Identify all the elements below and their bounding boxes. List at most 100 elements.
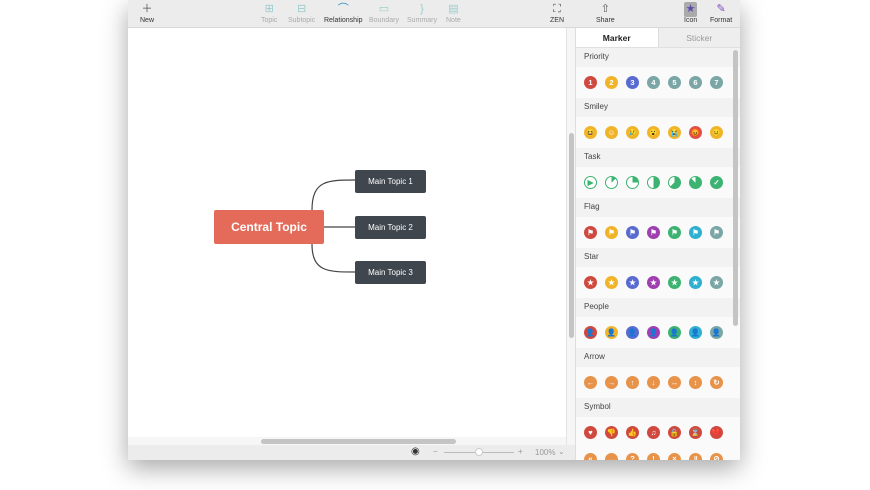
symbol-marker-icon[interactable]: 💔 (710, 426, 723, 439)
symbol-marker-icon[interactable]: ! (647, 452, 660, 460)
chevron-down-icon[interactable]: ⌄ (558, 447, 565, 456)
priority-marker-icon[interactable]: 4 (647, 76, 660, 89)
arrow-marker-icon[interactable]: ← (584, 376, 597, 389)
vertical-scrollbar[interactable] (566, 28, 575, 445)
symbol-marker-icon[interactable]: ♫ (647, 426, 660, 439)
zoom-level[interactable]: 100% (535, 448, 555, 457)
priority-marker-icon[interactable]: 7 (710, 76, 723, 89)
people-marker-icon[interactable]: 👤 (626, 326, 639, 339)
new-button[interactable]: ＋ New (140, 2, 154, 24)
arrow-marker-icon[interactable]: ↻ (710, 376, 723, 389)
smiley-marker-icon[interactable]: 😭 (668, 126, 681, 139)
people-marker-icon[interactable]: 👤 (668, 326, 681, 339)
symbol-marker-icon[interactable]: 👍 (626, 426, 639, 439)
topic-button[interactable]: ⊞ Topic (261, 2, 277, 24)
symbol-marker-icon[interactable]: ⊘ (710, 452, 723, 460)
symbol-marker-icon[interactable]: ? (626, 452, 639, 460)
flag-marker-icon[interactable]: ⚑ (584, 226, 597, 239)
priority-marker-icon[interactable]: 6 (689, 76, 702, 89)
priority-marker-icon[interactable]: 2 (605, 76, 618, 89)
people-marker-icon[interactable]: 👤 (605, 326, 618, 339)
arrow-marker-icon[interactable]: ↔ (668, 376, 681, 389)
format-button[interactable]: ✎ Format (710, 2, 732, 24)
zoom-slider-handle[interactable] (475, 448, 483, 456)
summary-button[interactable]: } Summary (407, 2, 437, 24)
symbol-marker-icon[interactable]: 🔒 (668, 426, 681, 439)
scroll-thumb[interactable] (569, 133, 574, 338)
tab-marker[interactable]: Marker (576, 28, 658, 47)
symbol-marker-icon[interactable]: × (668, 452, 681, 460)
star-marker-icon[interactable]: ★ (647, 276, 660, 289)
symbol-marker-icon[interactable]: ♥ (584, 426, 597, 439)
share-icon: ⇧ (600, 3, 610, 15)
arrow-marker-icon[interactable]: ↕ (689, 376, 702, 389)
priority-marker-icon[interactable]: 1 (584, 76, 597, 89)
task-marker-icon[interactable] (626, 176, 639, 189)
tab-sticker[interactable]: Sticker (657, 28, 740, 47)
task-marker-icon[interactable] (647, 176, 660, 189)
star-marker-icon[interactable]: ★ (605, 276, 618, 289)
priority-marker-icon[interactable]: 3 (626, 76, 639, 89)
icon-button[interactable]: ★ Icon (684, 2, 697, 24)
note-button[interactable]: ▤ Note (446, 2, 461, 24)
task-marker-icon[interactable] (605, 176, 618, 189)
boundary-button[interactable]: ▭ Boundary (369, 2, 399, 24)
eye-icon[interactable]: ◉ (411, 447, 420, 457)
symbol-marker-icon[interactable]: 👎 (605, 426, 618, 439)
star-marker-icon[interactable]: ★ (584, 276, 597, 289)
main-topic-2[interactable]: Main Topic 2 (355, 216, 426, 239)
main-topic-1[interactable]: Main Topic 1 (355, 170, 426, 193)
task-marker-icon[interactable] (689, 176, 702, 189)
star-marker-icon[interactable]: ★ (710, 276, 723, 289)
smiley-marker-icon[interactable]: 😐 (710, 126, 723, 139)
star-marker-icon[interactable]: ★ (689, 276, 702, 289)
app-window: ＋ New ⊞ Topic ⊟ Subtopic ⌒ Relationship ▭ Bou… (128, 0, 740, 460)
flag-marker-icon[interactable]: ⚑ (605, 226, 618, 239)
people-marker-icon[interactable]: 👤 (647, 326, 660, 339)
horizontal-scrollbar[interactable] (128, 437, 566, 445)
zoom-in-button[interactable]: + (518, 447, 523, 456)
boundary-label: Boundary (369, 17, 399, 24)
topic-label: Topic (261, 17, 278, 24)
task-marker-icon[interactable]: ✓ (710, 176, 723, 189)
smiley-marker-icon[interactable]: 😡 (689, 126, 702, 139)
arrow-marker-icon[interactable]: ↓ (647, 376, 660, 389)
people-marker-icon[interactable]: 👤 (710, 326, 723, 339)
scroll-thumb[interactable] (261, 439, 456, 444)
main-topic-3[interactable]: Main Topic 3 (355, 261, 426, 284)
relationship-button[interactable]: ⌒ Relationship (324, 2, 363, 24)
flag-marker-icon[interactable]: ⚑ (668, 226, 681, 239)
share-button[interactable]: ⇧ Share (596, 2, 615, 24)
symbol-marker-icon[interactable]: ॥ (689, 452, 702, 460)
mindmap-canvas[interactable]: Central Topic Main Topic 1 Main Topic 2 … (128, 28, 566, 437)
smiley-marker-icon[interactable]: 😆 (584, 126, 597, 139)
zen-button[interactable]: ⛶ ZEN (550, 2, 564, 24)
symbol-marker-icon[interactable]: … (605, 452, 618, 460)
task-marker-icon[interactable] (668, 176, 681, 189)
marker-row: ▶ ✓ (576, 167, 740, 198)
star-marker-icon[interactable]: ★ (626, 276, 639, 289)
star-marker-icon[interactable]: ★ (668, 276, 681, 289)
fullscreen-icon: ⛶ (553, 3, 561, 15)
arrow-marker-icon[interactable]: ↑ (626, 376, 639, 389)
flag-marker-icon[interactable]: ⚑ (647, 226, 660, 239)
note-label: Note (446, 17, 461, 24)
priority-marker-icon[interactable]: 5 (668, 76, 681, 89)
symbol-marker-icon[interactable]: ⌛ (689, 426, 702, 439)
zoom-out-button[interactable]: − (433, 447, 438, 456)
subtopic-button[interactable]: ⊟ Subtopic (288, 2, 315, 24)
task-marker-icon[interactable]: ▶ (584, 176, 597, 189)
panel-scrollbar[interactable] (733, 50, 738, 326)
arrow-marker-icon[interactable]: → (605, 376, 618, 389)
symbol-marker-icon[interactable]: « (584, 452, 597, 460)
smiley-marker-icon[interactable]: 😮 (647, 126, 660, 139)
plus-icon: ＋ (141, 3, 153, 15)
people-marker-icon[interactable]: 👤 (689, 326, 702, 339)
flag-marker-icon[interactable]: ⚑ (710, 226, 723, 239)
central-topic[interactable]: Central Topic (214, 210, 324, 244)
flag-marker-icon[interactable]: ⚑ (626, 226, 639, 239)
people-marker-icon[interactable]: 👤 (584, 326, 597, 339)
smiley-marker-icon[interactable]: ☺ (605, 126, 618, 139)
smiley-marker-icon[interactable]: 😢 (626, 126, 639, 139)
flag-marker-icon[interactable]: ⚑ (689, 226, 702, 239)
